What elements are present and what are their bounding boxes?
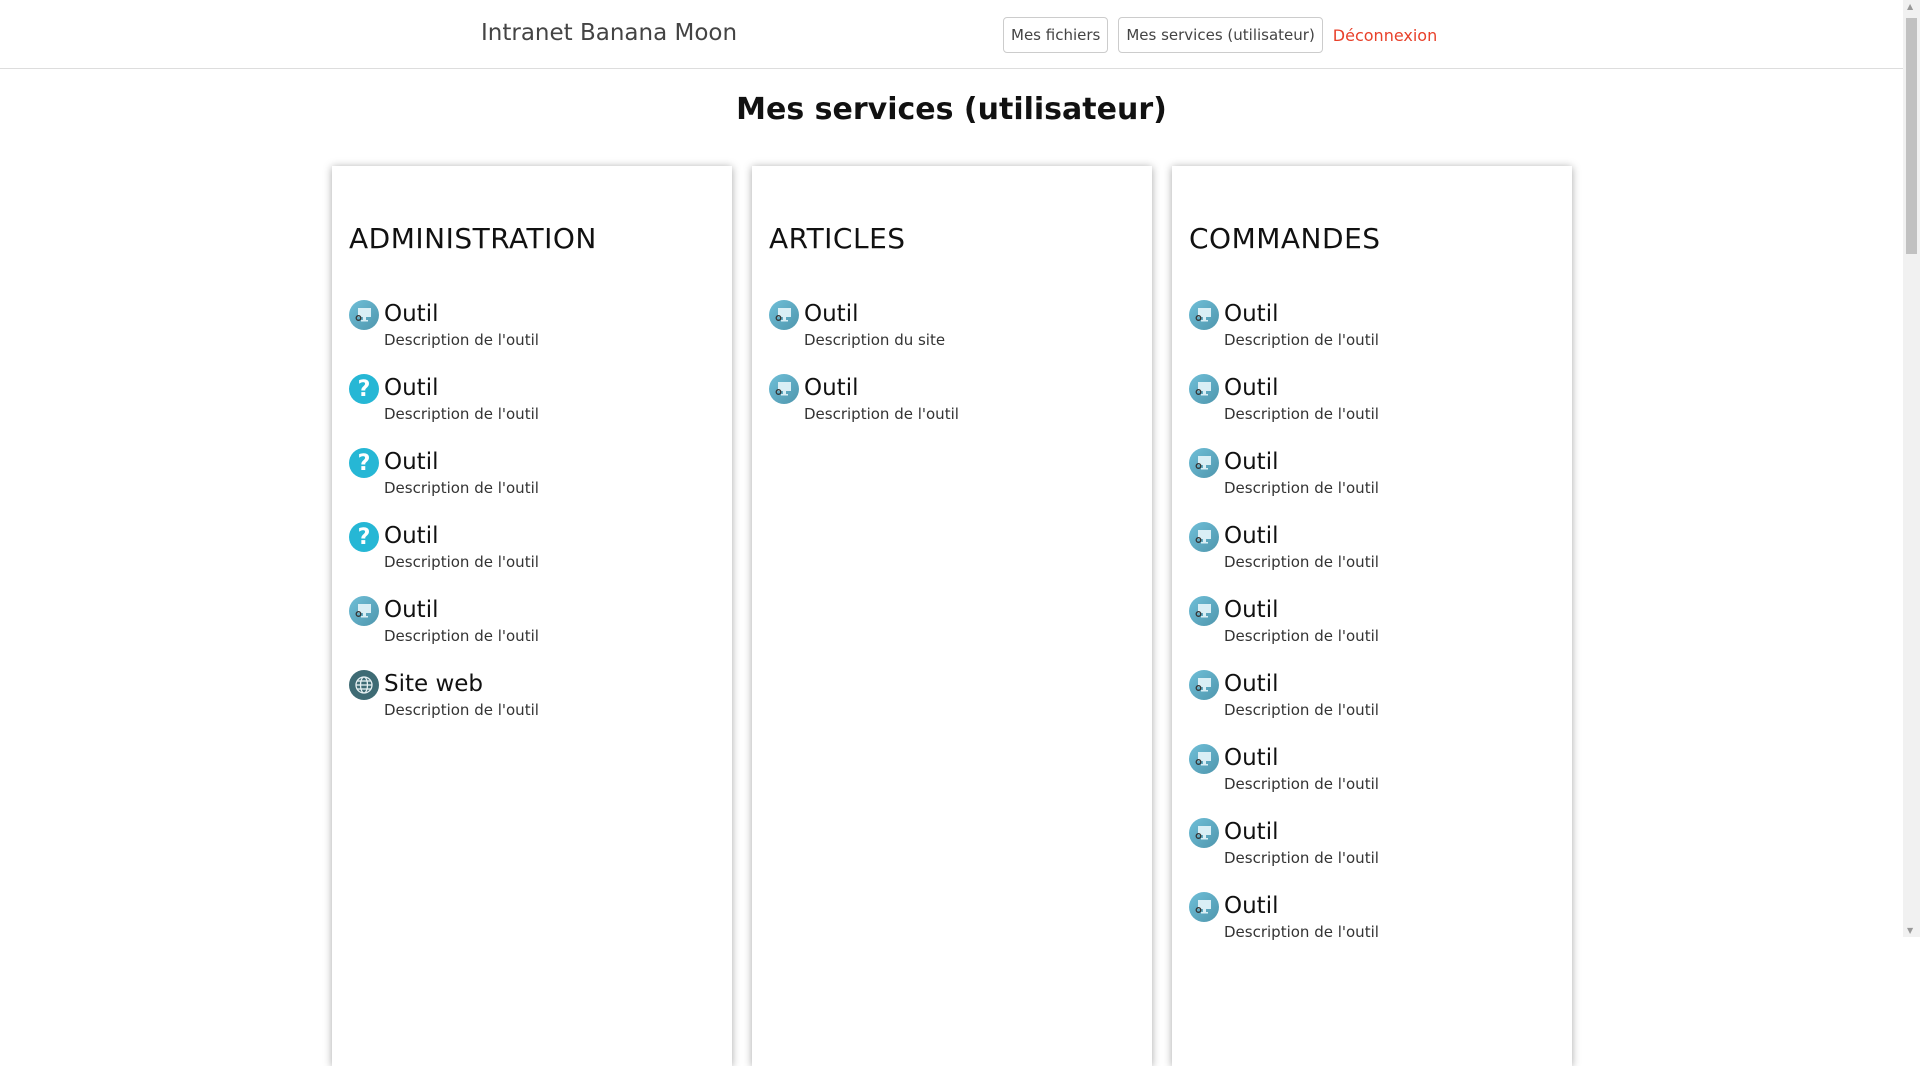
monitor-icon	[1189, 744, 1219, 774]
service-description: Description de l'outil	[384, 627, 539, 645]
monitor-icon	[349, 300, 379, 330]
my-services-button[interactable]: Mes services (utilisateur)	[1118, 17, 1323, 53]
service-description: Description de l'outil	[1224, 553, 1379, 571]
service-name[interactable]: Outil	[384, 595, 539, 625]
logout-link[interactable]: Déconnexion	[1333, 26, 1437, 45]
service-name[interactable]: Outil	[1224, 521, 1379, 551]
category-title: ARTICLES	[769, 222, 906, 255]
service-name[interactable]: Outil	[1224, 299, 1379, 329]
service-name[interactable]: Outil	[804, 299, 945, 329]
service-item[interactable]: ? Outil Description de l'outil	[349, 373, 714, 447]
monitor-icon	[769, 374, 799, 404]
monitor-icon	[769, 300, 799, 330]
service-item[interactable]: ? Outil Description de l'outil	[349, 521, 714, 595]
service-item[interactable]: Outil Description de l'outil	[1189, 743, 1554, 817]
service-description: Description de l'outil	[384, 331, 539, 349]
service-description: Description de l'outil	[1224, 331, 1379, 349]
service-description: Description de l'outil	[1224, 627, 1379, 645]
my-files-button[interactable]: Mes fichiers	[1003, 17, 1109, 53]
service-name[interactable]: Outil	[804, 373, 959, 403]
service-name[interactable]: Outil	[1224, 447, 1379, 477]
service-name[interactable]: Outil	[1224, 669, 1379, 699]
service-item[interactable]: Outil Description de l'outil	[1189, 669, 1554, 743]
service-item[interactable]: Outil Description de l'outil	[769, 373, 1134, 447]
service-description: Description de l'outil	[1224, 479, 1379, 497]
service-description: Description de l'outil	[1224, 923, 1379, 941]
brand-title[interactable]: Intranet Banana Moon	[481, 20, 737, 46]
category-title: ADMINISTRATION	[349, 222, 597, 255]
service-name[interactable]: Outil	[1224, 743, 1379, 773]
service-name[interactable]: Outil	[1224, 373, 1379, 403]
service-name[interactable]: Outil	[1224, 595, 1379, 625]
help-icon: ?	[349, 522, 379, 552]
service-category-card: COMMANDES Outil Description de l'outil Outi…	[1172, 166, 1572, 1066]
service-description: Description de l'outil	[804, 405, 959, 423]
service-item[interactable]: Outil Description de l'outil	[1189, 891, 1554, 965]
service-description: Description de l'outil	[384, 701, 539, 719]
globe-icon	[349, 670, 379, 700]
help-icon: ?	[349, 374, 379, 404]
service-name[interactable]: Outil	[384, 299, 539, 329]
service-item[interactable]: Outil Description de l'outil	[1189, 299, 1554, 373]
monitor-icon	[1189, 596, 1219, 626]
service-category-card: ARTICLES Outil Description du site Outil Des…	[752, 166, 1152, 1066]
monitor-icon	[1189, 892, 1219, 922]
service-description: Description du site	[804, 331, 946, 349]
monitor-icon	[1189, 522, 1219, 552]
service-description: Description de l'outil	[384, 479, 539, 497]
service-item[interactable]: ? Outil Description de l'outil	[349, 447, 714, 521]
service-item[interactable]: Outil Description du site	[769, 299, 1134, 373]
service-item[interactable]: Outil Description de l'outil	[349, 299, 714, 373]
scrollbar-thumb[interactable]	[1906, 18, 1917, 254]
page-title: Mes services (utilisateur)	[736, 92, 1167, 127]
service-name[interactable]: Outil	[384, 521, 539, 551]
category-title: COMMANDES	[1189, 222, 1381, 255]
scroll-down-icon[interactable]: ▼	[1907, 926, 1913, 935]
monitor-icon	[349, 596, 379, 626]
scroll-up-icon[interactable]: ▲	[1907, 2, 1913, 11]
service-item[interactable]: Outil Description de l'outil	[1189, 817, 1554, 891]
service-item[interactable]: Outil Description de l'outil	[1189, 373, 1554, 447]
service-name[interactable]: Outil	[1224, 891, 1379, 921]
service-description: Description de l'outil	[1224, 849, 1379, 867]
service-description: Description de l'outil	[1224, 405, 1379, 423]
service-description: Description de l'outil	[384, 405, 539, 423]
service-name[interactable]: Outil	[384, 447, 539, 477]
service-item[interactable]: Site web Description de l'outil	[349, 669, 714, 743]
service-description: Description de l'outil	[1224, 701, 1379, 719]
top-navbar: Intranet Banana Moon Mes fichiers Mes se…	[0, 0, 1903, 69]
service-item[interactable]: Outil Description de l'outil	[1189, 595, 1554, 669]
monitor-icon	[1189, 448, 1219, 478]
service-item[interactable]: Outil Description de l'outil	[1189, 521, 1554, 595]
service-name[interactable]: Site web	[384, 669, 539, 699]
service-category-card: ADMINISTRATION Outil Description de l'outi…	[332, 166, 732, 1066]
nav-links: Mes fichiers Mes services (utilisateur) …	[1003, 17, 1437, 53]
service-description: Description de l'outil	[384, 553, 539, 571]
service-description: Description de l'outil	[1224, 775, 1379, 793]
service-item[interactable]: Outil Description de l'outil	[1189, 447, 1554, 521]
monitor-icon	[1189, 374, 1219, 404]
service-item[interactable]: Outil Description de l'outil	[349, 595, 714, 669]
service-name[interactable]: Outil	[384, 373, 539, 403]
scrollbar[interactable]: ▲ ▼	[1903, 0, 1920, 937]
monitor-icon	[1189, 300, 1219, 330]
monitor-icon	[1189, 670, 1219, 700]
help-icon: ?	[349, 448, 379, 478]
monitor-icon	[1189, 818, 1219, 848]
service-name[interactable]: Outil	[1224, 817, 1379, 847]
